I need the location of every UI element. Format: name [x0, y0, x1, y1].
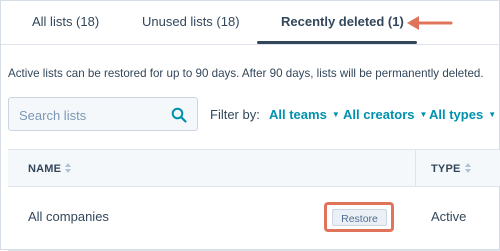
restore-info-text: Active lists can be restored for up to 9…: [8, 67, 484, 80]
tab-all-lists[interactable]: All lists (18): [32, 14, 99, 29]
sort-icon: [464, 163, 471, 173]
search-icon[interactable]: [171, 107, 187, 123]
filter-creators-dropdown[interactable]: All creators ▼: [343, 107, 427, 122]
chevron-down-icon: ▼: [419, 110, 428, 119]
active-tab-indicator: [257, 41, 417, 44]
annotation-arrow-icon: [407, 16, 453, 30]
column-header-type[interactable]: TYPE: [431, 163, 471, 175]
filter-by-label: Filter by:: [210, 107, 260, 122]
list-type: Active: [431, 209, 467, 224]
filter-teams-dropdown[interactable]: All teams ▼: [269, 107, 340, 122]
column-header-type-label: TYPE: [431, 163, 461, 175]
chevron-down-icon: ▼: [331, 110, 340, 119]
sort-icon: [65, 163, 72, 173]
tab-bar: All lists (18) Unused lists (18) Recentl…: [1, 1, 500, 45]
table-row: All companies Restore Active: [8, 187, 500, 251]
filter-types-label: All types: [429, 107, 484, 122]
restore-button[interactable]: Restore: [332, 209, 387, 226]
search-input[interactable]: [17, 104, 171, 126]
tab-unused-lists[interactable]: Unused lists (18): [142, 14, 240, 29]
chevron-down-icon: ▼: [488, 110, 497, 119]
search-box: [8, 97, 198, 131]
filter-types-dropdown[interactable]: All types ▼: [429, 107, 496, 122]
annotation-highlight-box: Restore: [324, 202, 394, 232]
column-divider: [415, 150, 416, 186]
filter-teams-label: All teams: [269, 107, 327, 122]
filter-creators-label: All creators: [343, 107, 415, 122]
column-header-name[interactable]: NAME: [28, 163, 72, 175]
tab-recently-deleted[interactable]: Recently deleted (1): [281, 14, 404, 29]
list-name[interactable]: All companies: [28, 209, 109, 224]
table-header: NAME TYPE: [8, 149, 500, 187]
column-header-name-label: NAME: [28, 163, 62, 175]
